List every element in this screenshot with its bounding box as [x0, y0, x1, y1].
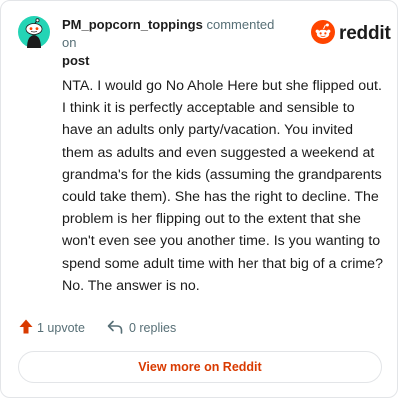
reddit-comment-embed: PM_popcorn_toppings commented on post re…: [0, 0, 398, 398]
snoo-avatar-icon[interactable]: [18, 16, 50, 48]
reddit-logo-icon: [311, 19, 335, 49]
reddit-brand[interactable]: reddit: [311, 19, 391, 49]
upvote-arrow-icon: [19, 319, 33, 337]
reply-count: 0 replies: [128, 321, 177, 335]
reddit-wordmark: reddit: [339, 23, 391, 44]
username-link[interactable]: PM_popcorn_toppings: [62, 17, 203, 32]
post-link[interactable]: post: [62, 52, 292, 70]
comment-text: NTA. I would go No Ahole Here but she fl…: [62, 78, 383, 294]
upvote-button[interactable]: 1 upvote: [19, 319, 85, 337]
view-more-button[interactable]: View more on Reddit: [18, 351, 382, 383]
reply-arrow-icon: [107, 320, 123, 337]
reply-button[interactable]: 0 replies: [107, 320, 176, 337]
comment-actions: 1 upvote 0 replies: [19, 318, 176, 338]
upvote-count: 1 upvote: [37, 321, 85, 335]
comment-header: PM_popcorn_toppings commented on post: [62, 16, 292, 70]
